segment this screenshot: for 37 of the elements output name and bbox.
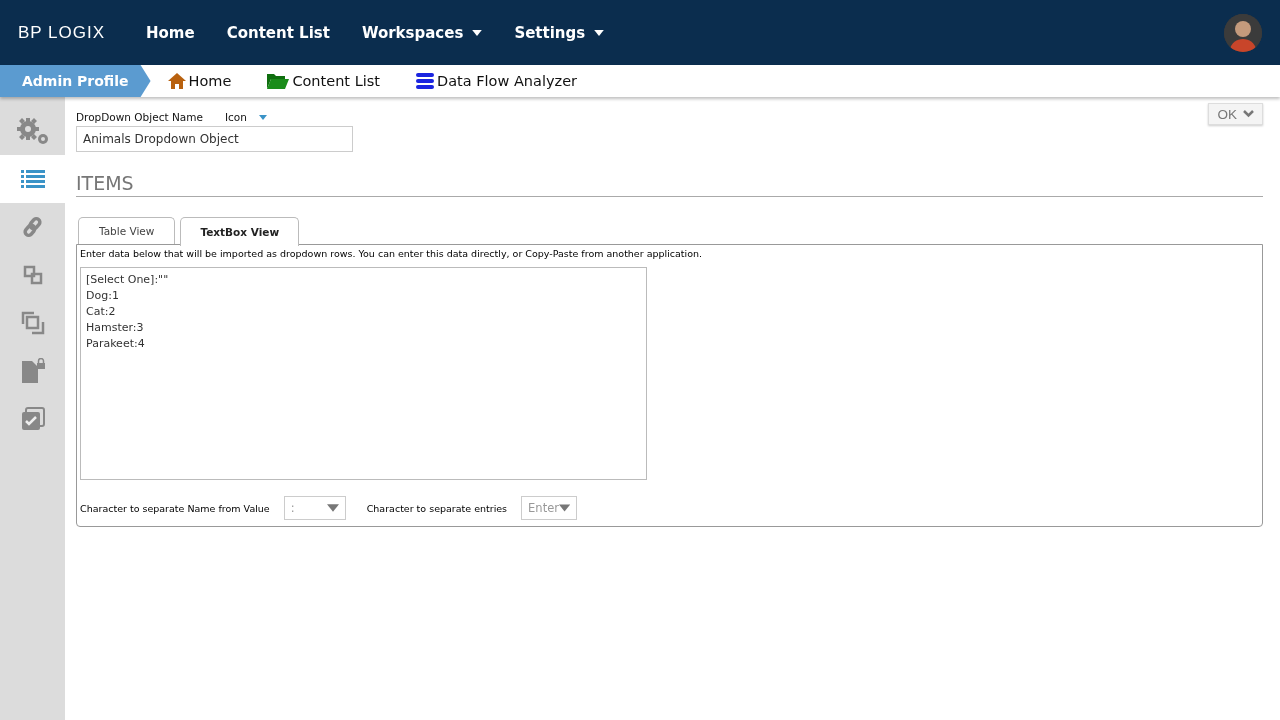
gears-icon <box>15 117 50 145</box>
caret-icon <box>558 503 571 513</box>
list-icon <box>21 169 45 189</box>
chevron-icon <box>1243 110 1254 118</box>
data-text-area[interactable]: [Select One]:"" Dog:1 Cat:2 Hamster:3 Parakeet:4 <box>80 267 647 480</box>
caret-icon <box>594 29 605 36</box>
field-label: Character to separate entries <box>366 502 508 514</box>
nav-link[interactable]: Content List <box>226 23 330 42</box>
document-lock-icon <box>19 358 46 384</box>
folder-icon <box>267 73 290 89</box>
checkbox-icon <box>20 407 45 431</box>
icon-dropdown[interactable]: Icon <box>224 111 267 123</box>
nav-link[interactable]: Workspaces <box>361 23 483 42</box>
name-field[interactable]: Animals Dropdown Object <box>76 126 353 152</box>
view-tab[interactable]: TextBox View <box>180 217 300 246</box>
view-tab[interactable]: Table View <box>78 217 176 244</box>
caret-icon <box>258 114 267 120</box>
breadcrumb-link[interactable]: Data Flow Analyzer <box>416 73 578 89</box>
caret-icon <box>472 29 483 36</box>
ok-button[interactable]: OK <box>1208 103 1263 125</box>
nav-link[interactable]: Home <box>146 23 195 42</box>
copy-icon <box>20 311 45 335</box>
breadcrumb-link[interactable]: Content List <box>267 73 380 89</box>
section-title: ITEMS <box>76 172 1263 197</box>
caret-icon <box>326 503 339 513</box>
sidebar-item[interactable] <box>0 155 66 203</box>
instructions-text: Enter data below that will be imported as dropdown rows. You can enter this data directly, or Copy-Paste from another application. <box>80 248 704 259</box>
breadcrumb-link[interactable]: Home <box>167 73 232 89</box>
database-icon <box>416 73 434 89</box>
logo[interactable]: BP LOGIX <box>18 22 130 43</box>
link-icon <box>22 216 43 238</box>
avatar[interactable] <box>1224 13 1262 52</box>
field-label: DropDown Object Name <box>76 111 203 123</box>
squares-icon <box>22 265 43 285</box>
nav-link[interactable]: Settings <box>514 23 605 42</box>
field-label: Character to separate Name from Value <box>80 502 270 514</box>
house-icon <box>167 73 186 89</box>
